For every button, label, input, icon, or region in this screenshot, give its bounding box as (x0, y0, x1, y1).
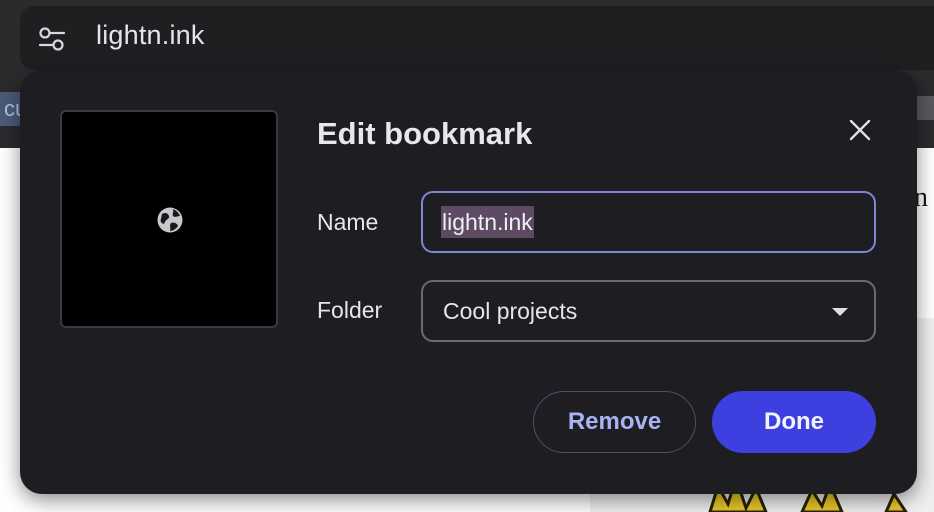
folder-select-value[interactable]: Cool projects (443, 298, 577, 325)
globe-icon (156, 206, 184, 234)
done-button[interactable]: Done (712, 391, 876, 453)
name-input[interactable]: lightn.ink (421, 191, 876, 253)
remove-button[interactable]: Remove (533, 391, 696, 453)
screen: n lightn.ink cu Edit bookmark Name light… (0, 0, 934, 512)
address-bar-url[interactable]: lightn.ink (96, 20, 205, 51)
name-input-value[interactable]: lightn.ink (441, 206, 534, 238)
close-icon (848, 118, 872, 147)
name-label: Name (317, 209, 379, 235)
chevron-down-icon[interactable] (832, 308, 848, 316)
folder-select[interactable]: Cool projects (421, 280, 876, 342)
edit-bookmark-dialog: Edit bookmark Name lightn.ink Folder Coo… (20, 70, 917, 494)
dialog-title: Edit bookmark (317, 116, 533, 151)
close-button[interactable] (840, 112, 880, 152)
bookmark-thumbnail (60, 110, 278, 328)
folder-label: Folder (317, 297, 383, 323)
tune-icon[interactable] (38, 26, 66, 52)
